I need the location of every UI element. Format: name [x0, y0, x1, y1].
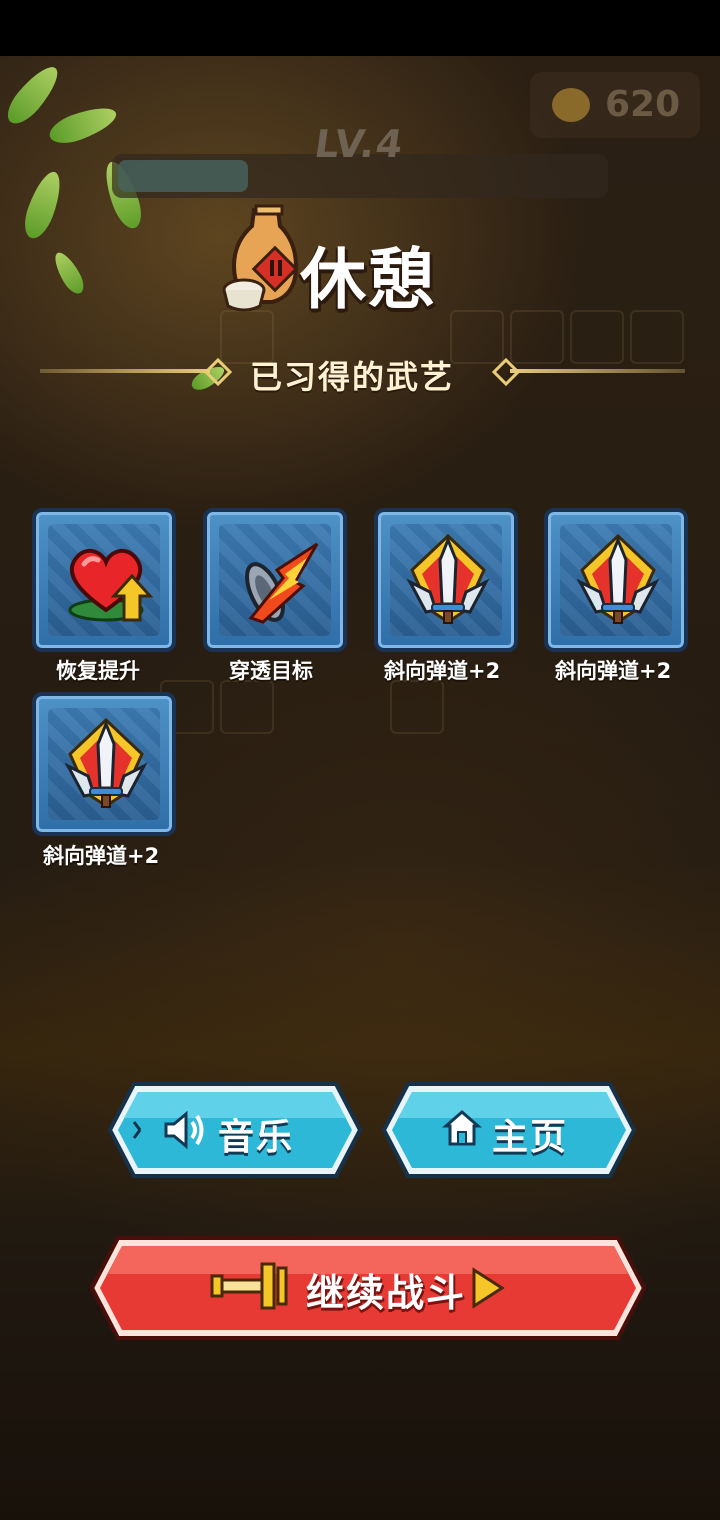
music-button[interactable]: 音乐 — [106, 1080, 364, 1180]
skill-card-frame — [203, 508, 347, 652]
skill-card-frame — [374, 508, 518, 652]
coin-count: 620 — [605, 84, 681, 125]
continue-battle-button[interactable]: 继续战斗 — [88, 1234, 648, 1342]
status-bar — [0, 0, 720, 56]
pierce-icon — [245, 542, 319, 624]
floor-tile — [390, 680, 444, 734]
heal-up-icon — [68, 548, 154, 622]
skill-card-frame — [32, 508, 176, 652]
skill-card-pierce[interactable] — [203, 508, 347, 652]
skill-card-diagonal-blades[interactable] — [544, 508, 688, 652]
leaf-coin-icon — [552, 88, 590, 122]
skill-label: 斜向弹道+2 — [555, 659, 672, 683]
home-button[interactable]: 主页 — [380, 1080, 638, 1180]
pause-title: 休憩 — [300, 241, 436, 318]
diagonal-blades-icon — [406, 533, 490, 624]
sake-bottle-pause-icon — [222, 204, 306, 314]
skill-card-diagonal-blades[interactable] — [374, 508, 518, 652]
music-button-label: 音乐 — [218, 1117, 295, 1158]
learned-skills-title: 已习得的武艺 — [250, 358, 455, 396]
diagonal-blades-icon — [64, 717, 148, 808]
play-arrow-icon — [472, 1267, 505, 1309]
sword-icon — [210, 1262, 288, 1310]
level-label: LV.4 — [311, 122, 407, 166]
floor-tile — [630, 310, 684, 364]
floor-tile — [220, 680, 274, 734]
skill-label: 斜向弹道+2 — [384, 659, 501, 683]
floor-tile — [510, 310, 564, 364]
floor-tile — [570, 310, 624, 364]
header-divider-left — [40, 369, 210, 373]
skill-card-frame — [544, 508, 688, 652]
floor-tile — [450, 310, 504, 364]
home-icon — [442, 1110, 482, 1146]
diagonal-blades-icon — [576, 533, 660, 624]
home-button-label: 主页 — [492, 1117, 569, 1158]
skill-label: 斜向弹道+2 — [43, 844, 160, 868]
skill-card-frame — [32, 692, 176, 836]
continue-button-label: 继续战斗 — [306, 1271, 467, 1315]
skill-label: 穿透目标 — [229, 659, 313, 683]
xp-bar-fill — [118, 160, 248, 192]
speaker-icon — [164, 1110, 204, 1150]
header-divider-right — [510, 369, 685, 373]
skill-label: 恢复提升 — [56, 659, 140, 683]
skill-card-heal-up[interactable] — [32, 508, 176, 652]
skill-card-diagonal-blades[interactable] — [32, 692, 176, 836]
